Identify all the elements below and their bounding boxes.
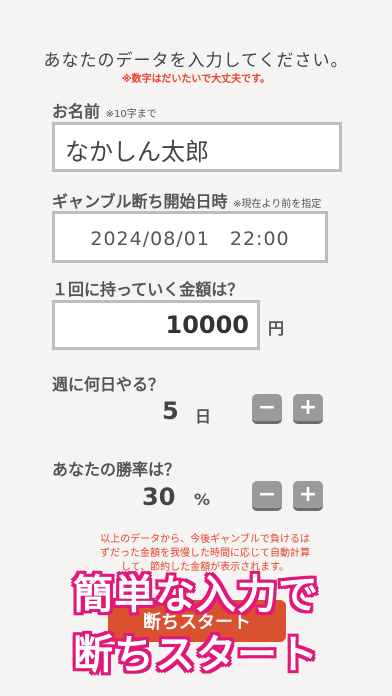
start-datetime-input[interactable]: 2024/08/01 22:00 [52,211,328,263]
days-unit: 日 [195,407,212,426]
days-plus-button[interactable]: + [293,394,323,424]
name-label-text: お名前 [52,102,101,121]
name-label: お名前 ※10字まで [52,98,157,122]
name-hint: ※10字まで [105,109,157,120]
page-note: ※数字はだいたいで大丈夫です。 [121,74,271,85]
win-rate-value: 30 [142,483,176,511]
name-input[interactable]: なかしん太郎 [52,122,342,172]
start-datetime-hint: ※現在より前を指定 [233,199,322,210]
amount-label: １回に持っていく金額は？ [52,280,244,299]
days-value: 5 [162,397,179,425]
days-label: 週に何日やる？ [52,375,165,394]
days-minus-button[interactable]: − [252,394,282,424]
description-line-2: ずだった金額を我慢した時間に応じて自動計算 [100,548,310,559]
win-rate-unit: % [194,490,211,509]
page-title: あなたのデータを入力してください。 [43,51,349,71]
win-rate-label: あなたの勝率は？ [52,460,181,479]
win-rate-plus-button[interactable]: + [293,481,323,511]
promo-line-2: 断ちスタート [73,632,319,678]
win-rate-minus-button[interactable]: − [252,481,282,511]
amount-unit: 円 [268,319,285,338]
promo-line-1: 簡単な入力で [73,572,319,618]
start-datetime-label-text: ギャンブル断ち開始日時 [52,192,228,211]
start-datetime-label: ギャンブル断ち開始日時 ※現在より前を指定 [52,188,321,212]
description-line-1: 以上のデータから、今後ギャンブルで負けるは [100,534,310,545]
amount-input[interactable]: 10000 [52,300,260,350]
